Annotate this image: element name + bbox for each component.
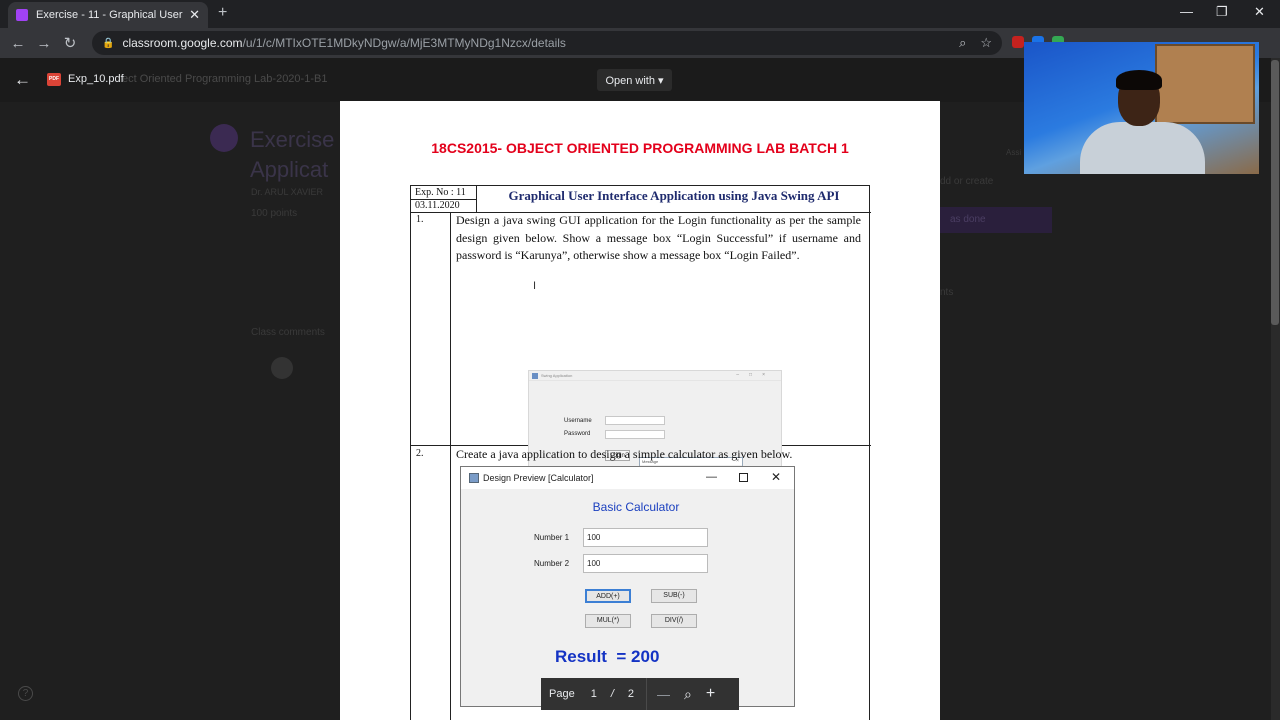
file-name: Exp_10.pdf (68, 73, 124, 85)
browser-tab[interactable]: Exercise - 11 - Graphical User Int ✕ (8, 2, 208, 28)
webcam-person-hair (1116, 70, 1162, 90)
password-label: Password (564, 431, 591, 437)
login-window-titlebar: Swing Application –□× (529, 371, 781, 381)
open-with-button[interactable]: Open with ▾ (597, 69, 672, 91)
webcam-person-body (1080, 122, 1205, 174)
background-course-name: ect Oriented Programming Lab-2020-1-B1 (122, 73, 328, 85)
tab-close-icon[interactable]: ✕ (189, 7, 200, 23)
document-title: 18CS2015- OBJECT ORIENTED PROGRAMMING LA… (431, 140, 849, 156)
zoom-in-icon[interactable]: + (706, 685, 715, 703)
search-icon[interactable]: ⌕ (959, 35, 966, 51)
assigned-label: Assi (1006, 148, 1022, 157)
back-icon[interactable]: ← (5, 35, 31, 52)
java-app-icon (469, 473, 479, 483)
close-icon: ✕ (771, 470, 782, 484)
current-page[interactable]: 1 (591, 688, 597, 700)
add-or-create-label: dd or create (940, 176, 994, 187)
points-label: 100 points (251, 208, 298, 219)
number-1-field: 100 (583, 528, 708, 547)
browser-tab-bar: Exercise - 11 - Graphical User Int ✕ + —… (0, 0, 1280, 28)
assignment-icon (210, 124, 238, 152)
page-separator: / (610, 688, 614, 700)
minimize-icon: — (706, 471, 717, 483)
restore-icon[interactable]: ❐ (1216, 4, 1228, 20)
url-host: classroom.google.com (122, 36, 243, 50)
calculator-titlebar: Design Preview [Calculator] — ✕ (461, 467, 794, 489)
lock-icon: 🔒 (102, 37, 115, 49)
add-button: ADD(+) (585, 589, 631, 603)
username-field (605, 416, 665, 425)
question-1-text: Design a java swing GUI application for … (456, 213, 861, 262)
result-label: Result = 200 (555, 647, 660, 666)
login-window-title: Swing Application (541, 373, 573, 378)
private-comments-label: nts (940, 287, 954, 298)
bookmark-star-icon[interactable]: ☆ (980, 35, 992, 51)
text-cursor-icon: I (533, 280, 537, 292)
zoom-magnifier-icon[interactable]: ⌕ (684, 686, 692, 703)
window-close-icon[interactable]: ✕ (1254, 4, 1265, 20)
extension-icon[interactable] (1012, 36, 1024, 48)
page-navigation: Page 1 / 2 — ⌕ + (541, 678, 739, 710)
number-2-field: 100 (583, 554, 708, 573)
calculator-demo-screenshot: Design Preview [Calculator] — ✕ Basic Ca… (460, 466, 795, 707)
number-1-label: Number 1 (534, 533, 570, 542)
calculator-heading: Basic Calculator (592, 500, 680, 514)
reload-icon[interactable]: ↻ (57, 34, 83, 52)
username-label: Username (564, 418, 592, 424)
zoom-out-icon[interactable]: — (657, 687, 670, 702)
new-tab-button[interactable]: + (218, 4, 227, 22)
window-controls-icon: –□× (736, 372, 775, 378)
div-button: DIV(/) (651, 614, 697, 628)
close-viewer-back-icon[interactable]: ← (14, 70, 31, 90)
url-path: /u/1/c/MTIxOTE1MDkyNDgw/a/MjE3MTMyNDg1Nz… (242, 36, 566, 50)
mark-as-done-button: as done (940, 207, 1052, 233)
password-field (605, 430, 665, 439)
total-pages: 2 (627, 688, 635, 700)
exp-number: Exp. No : 11 (415, 187, 466, 198)
teacher-name: Dr. ARUL XAVIER (251, 187, 324, 197)
assignment-title: Exercise Applicat (250, 127, 335, 182)
pdf-file-icon: PDF (47, 73, 61, 86)
exp-title: Graphical User Interface Application usi… (508, 188, 840, 203)
avatar (271, 357, 293, 379)
number-2-label: Number 2 (534, 559, 570, 568)
minimize-icon[interactable]: — (1180, 4, 1193, 19)
webcam-background-frame (1155, 44, 1255, 124)
scrollbar-thumb[interactable] (1271, 60, 1279, 325)
sub-button: SUB(-) (651, 589, 697, 603)
java-app-icon (532, 373, 538, 379)
pdf-page: 18CS2015- OBJECT ORIENTED PROGRAMMING LA… (340, 101, 940, 720)
class-comments-label: Class comments (251, 327, 325, 338)
tab-title: Exercise - 11 - Graphical User Int (36, 9, 184, 21)
question-2-number: 2. (416, 448, 424, 459)
address-bar[interactable]: 🔒 classroom.google.com /u/1/c/MTIxOTE1MD… (92, 31, 1002, 55)
mul-button: MUL(*) (585, 614, 631, 628)
question-2-text: Create a java application to design a si… (456, 447, 793, 461)
forward-icon[interactable]: → (31, 35, 57, 52)
exp-date: 03.11.2020 (415, 200, 460, 211)
divider (646, 678, 648, 710)
classroom-favicon-icon (16, 9, 28, 21)
maximize-icon (739, 473, 748, 482)
help-icon[interactable]: ? (18, 686, 33, 701)
calculator-window-title: Design Preview [Calculator] (483, 473, 594, 483)
page-label: Page (549, 688, 575, 700)
question-1-number: 1. (416, 214, 424, 225)
